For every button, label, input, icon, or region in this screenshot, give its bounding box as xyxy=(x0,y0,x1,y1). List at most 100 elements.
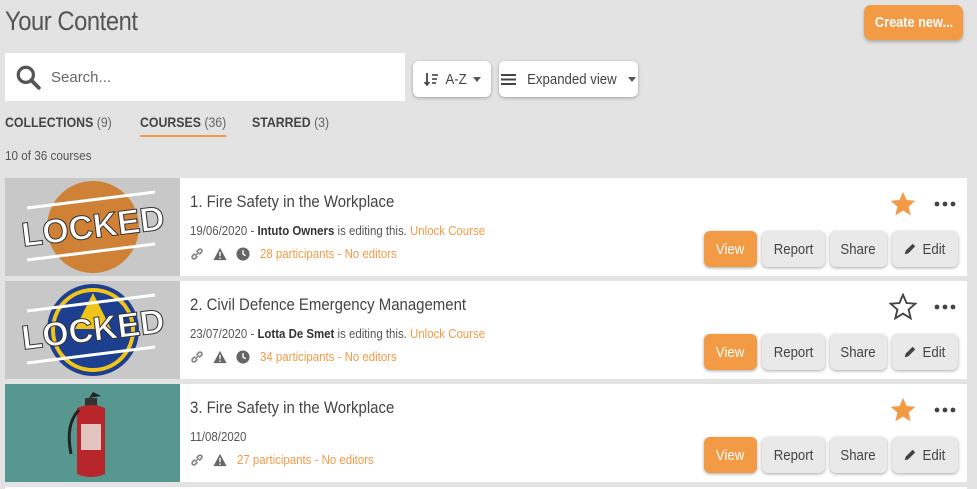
fire-extinguisher-photo xyxy=(5,384,180,482)
separator: - xyxy=(247,223,258,238)
report-button[interactable]: Report xyxy=(762,231,825,267)
course-date: 19/06/2020 xyxy=(190,223,248,238)
report-label: Report xyxy=(773,240,814,258)
results-count: 10 of 36 courses xyxy=(5,148,92,163)
view-label: View xyxy=(716,446,745,464)
tab-label: STARRED xyxy=(252,114,312,130)
tab-label: COLLECTIONS xyxy=(5,114,94,130)
share-label: Share xyxy=(840,446,877,464)
course-meta: 23/07/2020 - Lotta De Smet is editing th… xyxy=(190,326,485,341)
participants-link[interactable]: 27 participants - No editors xyxy=(237,452,374,467)
star-filled-icon[interactable] xyxy=(889,190,917,218)
view-button[interactable]: View xyxy=(704,334,757,370)
view-mode-dropdown[interactable]: Expanded view xyxy=(499,61,638,97)
clock-icon[interactable] xyxy=(236,349,250,364)
participants-link[interactable]: 28 participants - No editors xyxy=(260,246,397,261)
warning-icon[interactable] xyxy=(213,453,227,467)
tab-label: COURSES xyxy=(140,114,202,130)
course-title[interactable]: 2. Civil Defence Emergency Management xyxy=(190,295,466,315)
separator: - xyxy=(247,326,258,341)
tab-courses[interactable]: COURSES (36) xyxy=(140,114,227,137)
chevron-down-icon xyxy=(473,76,482,82)
unlock-course-link[interactable]: Unlock Course xyxy=(410,326,485,341)
course-thumbnail[interactable]: LOCKED xyxy=(5,281,180,379)
sort-label: A-Z xyxy=(445,70,467,88)
more-options-icon[interactable] xyxy=(933,398,957,422)
editor-name: Lotta De Smet xyxy=(257,326,335,341)
course-thumbnail[interactable] xyxy=(5,384,180,482)
star-outline-icon[interactable] xyxy=(889,293,917,321)
participants-link[interactable]: 34 participants - No editors xyxy=(260,349,397,364)
warning-icon[interactable] xyxy=(213,247,227,261)
course-thumbnail[interactable]: LOCKED xyxy=(5,178,180,276)
sort-icon xyxy=(423,73,438,87)
link-icon[interactable] xyxy=(190,247,204,261)
tab-starred[interactable]: STARRED (3) xyxy=(252,114,329,137)
share-button[interactable]: Share xyxy=(830,437,887,473)
unlock-course-link[interactable]: Unlock Course xyxy=(410,223,485,238)
share-label: Share xyxy=(840,240,877,258)
report-button[interactable]: Report xyxy=(762,437,825,473)
report-label: Report xyxy=(773,446,814,464)
pencil-icon xyxy=(904,243,916,255)
course-actions: View Report Share Edit xyxy=(704,437,958,473)
course-actions: View Report Share Edit xyxy=(704,334,958,370)
course-meta: 11/08/2020 xyxy=(190,429,246,444)
content-tabs: COLLECTIONS (9) COURSES (36) STARRED (3) xyxy=(5,114,340,137)
editing-text: is editing this. xyxy=(334,223,411,238)
course-title[interactable]: 3. Fire Safety in the Workplace xyxy=(190,398,394,418)
view-label: View xyxy=(716,343,745,361)
tab-count: (36) xyxy=(204,114,227,130)
course-info: 34 participants - No editors xyxy=(190,349,415,364)
course-row: LOCKED 1. Fire Safety in the Workplace 1… xyxy=(5,178,967,276)
edit-button[interactable]: Edit xyxy=(892,231,958,267)
course-info: 27 participants - No editors xyxy=(190,452,392,467)
share-button[interactable]: Share xyxy=(830,231,887,267)
search-icon xyxy=(16,65,41,90)
course-meta: 19/06/2020 - Intuto Owners is editing th… xyxy=(190,223,485,238)
edit-label: Edit xyxy=(922,240,946,258)
civil-defence-logo-locked-image: LOCKED xyxy=(5,281,180,379)
list-icon xyxy=(501,73,517,85)
more-options-icon[interactable] xyxy=(933,295,957,319)
tab-count: (9) xyxy=(96,114,112,130)
chevron-down-icon xyxy=(627,76,636,82)
tab-collections[interactable]: COLLECTIONS (9) xyxy=(5,114,112,137)
course-date: 23/07/2020 xyxy=(190,326,248,341)
report-label: Report xyxy=(773,343,814,361)
warning-icon[interactable] xyxy=(213,350,227,364)
course-date: 11/08/2020 xyxy=(190,429,247,444)
course-title[interactable]: 1. Fire Safety in the Workplace xyxy=(190,192,394,212)
page-title: Your Content xyxy=(5,6,138,36)
link-icon[interactable] xyxy=(190,453,204,467)
orange-circle-locked-image: LOCKED xyxy=(5,178,180,276)
view-button[interactable]: View xyxy=(704,231,757,267)
report-button[interactable]: Report xyxy=(762,334,825,370)
create-new-button[interactable]: Create new... xyxy=(864,5,963,40)
create-new-label: Create new... xyxy=(874,14,953,31)
clock-icon[interactable] xyxy=(236,246,250,261)
view-label: View xyxy=(716,240,745,258)
edit-label: Edit xyxy=(922,343,946,361)
star-filled-icon[interactable] xyxy=(889,396,917,424)
edit-label: Edit xyxy=(922,446,946,464)
editing-text: is editing this. xyxy=(334,326,411,341)
sort-dropdown[interactable]: A-Z xyxy=(413,61,491,97)
more-options-icon[interactable] xyxy=(933,192,957,216)
link-icon[interactable] xyxy=(190,350,204,364)
course-row: LOCKED 2. Civil Defence Emergency Manage… xyxy=(5,281,967,379)
pencil-icon xyxy=(904,346,916,358)
view-button[interactable]: View xyxy=(704,437,757,473)
edit-button[interactable]: Edit xyxy=(892,437,958,473)
pencil-icon xyxy=(904,449,916,461)
course-actions: View Report Share Edit xyxy=(704,231,958,267)
course-info: 28 participants - No editors xyxy=(190,246,415,261)
search-box xyxy=(5,53,405,101)
course-row: 3. Fire Safety in the Workplace 11/08/20… xyxy=(5,384,967,482)
edit-button[interactable]: Edit xyxy=(892,334,958,370)
search-input[interactable] xyxy=(51,68,391,86)
course-list: LOCKED 1. Fire Safety in the Workplace 1… xyxy=(5,178,967,487)
tab-count: (3) xyxy=(314,114,330,130)
share-button[interactable]: Share xyxy=(830,334,887,370)
editor-name: Intuto Owners xyxy=(257,223,335,238)
